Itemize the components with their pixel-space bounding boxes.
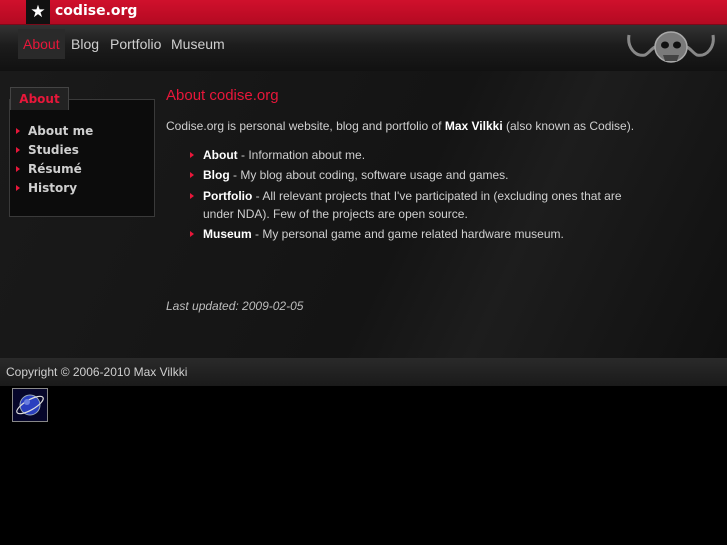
sidebar-item-label: Résumé: [28, 162, 82, 176]
last-updated: Last updated: 2009-02-05: [166, 299, 304, 313]
sidebar-item-label: About me: [28, 124, 94, 138]
sidebar-item-studies[interactable]: Studies: [16, 143, 79, 157]
intro-text-start: Codise.org is personal website, blog and…: [166, 119, 445, 133]
arrow-right-icon: [16, 128, 20, 134]
arrow-right-icon: [16, 166, 20, 172]
page-title: About codise.org: [166, 87, 279, 104]
bullet-term-link[interactable]: Portfolio: [203, 189, 252, 203]
star-logo-icon[interactable]: ★: [26, 0, 50, 24]
site-name[interactable]: codise.org: [55, 3, 137, 19]
sidebar-item-about-me[interactable]: About me: [16, 124, 93, 138]
bullet-term-link[interactable]: Museum: [203, 227, 252, 241]
sidebar-item-label: History: [28, 181, 78, 195]
bullet-desc: - Information about me.: [237, 148, 366, 162]
main-nav: About Blog Portfolio Museum: [0, 24, 727, 71]
sidebar: About me Studies Résumé History: [9, 99, 155, 217]
nav-item-blog[interactable]: Blog: [66, 29, 104, 59]
nav-item-museum[interactable]: Museum: [166, 29, 230, 59]
arrow-right-icon: [190, 193, 194, 199]
bullet-desc: - All relevant projects that I've partic…: [203, 189, 622, 221]
sidebar-item-label: Studies: [28, 143, 79, 157]
bullet-term-link[interactable]: About: [203, 148, 238, 162]
sidebar-tab[interactable]: About: [10, 87, 69, 110]
bullet-term-link[interactable]: Blog: [203, 168, 230, 182]
list-item-blog: Blog - My blog about coding, software us…: [190, 166, 630, 184]
list-item-portfolio: Portfolio - All relevant projects that I…: [190, 187, 630, 223]
arrow-right-icon: [190, 172, 194, 178]
list-item-about: About - Information about me.: [190, 146, 630, 164]
arrow-right-icon: [190, 231, 194, 237]
list-item-museum: Museum - My personal game and game relat…: [190, 225, 630, 243]
footer: Copyright © 2006-2010 Max Vilkki: [0, 358, 727, 386]
top-bar: ★ codise.org: [0, 0, 727, 24]
intro-text: Codise.org is personal website, blog and…: [166, 119, 686, 133]
author-name: Max Vilkki: [444, 119, 503, 133]
intro-text-end: (also known as Codise).: [502, 119, 635, 133]
skull-mascot-icon: [627, 31, 715, 63]
nav-item-portfolio[interactable]: Portfolio: [105, 29, 166, 59]
main-area: About me Studies Résumé History About Ab…: [0, 71, 727, 358]
arrow-right-icon: [16, 185, 20, 191]
bullet-desc: - My blog about coding, software usage a…: [229, 168, 509, 182]
nav-item-about[interactable]: About: [18, 29, 65, 59]
sidebar-item-resume[interactable]: Résumé: [16, 162, 82, 176]
copyright-text: Copyright © 2006-2010 Max Vilkki: [6, 365, 188, 379]
arrow-right-icon: [190, 152, 194, 158]
planet-badge-icon[interactable]: [12, 388, 48, 422]
bullet-desc: - My personal game and game related hard…: [251, 227, 564, 241]
arrow-right-icon: [16, 147, 20, 153]
sidebar-item-history[interactable]: History: [16, 181, 77, 195]
